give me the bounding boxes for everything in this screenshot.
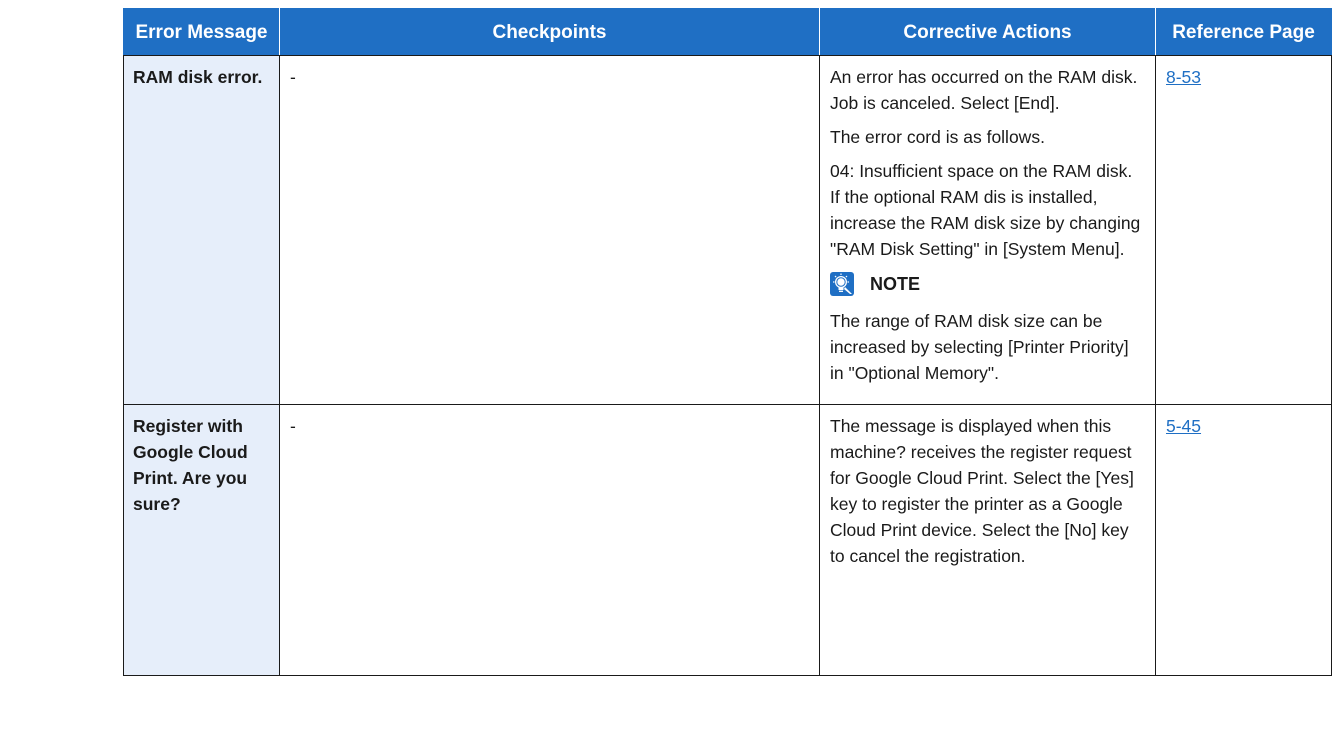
action-paragraph: The message is displayed when this machi… [830, 416, 1134, 566]
corrective-actions-cell: The message is displayed when this machi… [819, 404, 1156, 676]
note-text: The range of RAM disk size can be increa… [830, 311, 1129, 383]
action-paragraph: An error has occurred on the RAM disk. J… [830, 67, 1138, 113]
error-message-cell: Register with Google Cloud Print. Are yo… [123, 404, 280, 676]
header-corrective-actions: Corrective Actions [819, 8, 1156, 56]
error-message-cell: RAM disk error. [123, 55, 280, 405]
error-table: Error Message Checkpoints Corrective Act… [123, 8, 1332, 676]
checkpoints-cell: - [279, 55, 820, 405]
header-error-message: Error Message [123, 8, 280, 56]
header-checkpoints: Checkpoints [279, 8, 820, 56]
checkpoints-cell: - [279, 404, 820, 676]
lightbulb-note-icon [830, 272, 854, 296]
reference-cell: 5-45 [1155, 404, 1332, 676]
table-row: Register with Google Cloud Print. Are yo… [123, 404, 1332, 676]
action-paragraph: The error cord is as follows. [830, 127, 1045, 147]
action-paragraph: 04: Insufficient space on the RAM disk. … [830, 161, 1141, 259]
reference-cell: 8-53 [1155, 55, 1332, 405]
reference-link[interactable]: 8-53 [1166, 67, 1201, 87]
table-row: RAM disk error. - An error has occurred … [123, 55, 1332, 405]
corrective-actions-cell: An error has occurred on the RAM disk. J… [819, 55, 1156, 405]
reference-link[interactable]: 5-45 [1166, 416, 1201, 436]
header-row: Error Message Checkpoints Corrective Act… [123, 8, 1332, 56]
note-label: NOTE [870, 274, 921, 294]
header-reference-page: Reference Page [1155, 8, 1332, 56]
note-header: NOTE [830, 270, 1145, 298]
